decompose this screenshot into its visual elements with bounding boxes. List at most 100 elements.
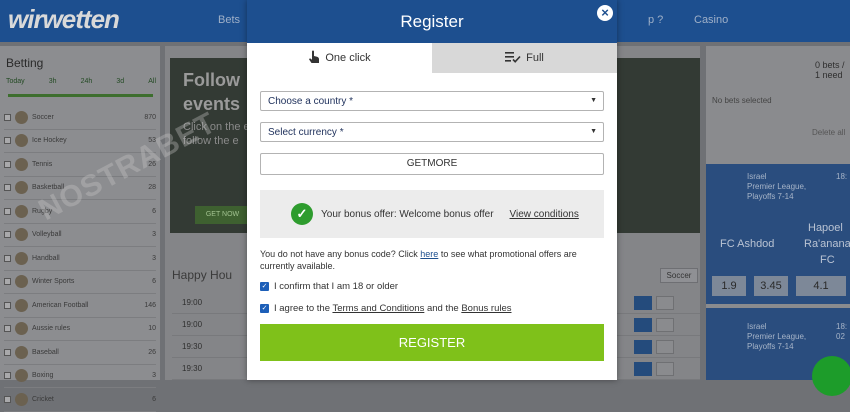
sidebar-sport-item[interactable]: Boxing 3	[4, 365, 156, 388]
sport-count: 6	[152, 207, 156, 215]
terms-text: and the	[426, 303, 459, 314]
terms-checkbox[interactable]: ✓	[260, 304, 269, 313]
sport-count: 3	[152, 372, 156, 380]
match-stage: Playoffs 7-14	[747, 342, 794, 351]
promo-code-input[interactable]: GETMORE	[260, 153, 604, 175]
sport-icon	[15, 110, 28, 124]
odds-tile[interactable]	[634, 317, 652, 332]
odds-button[interactable]: 1.9	[712, 276, 746, 296]
sport-checkbox[interactable]	[4, 301, 11, 309]
sport-count: 10	[148, 325, 156, 333]
match-time: 19:30	[182, 364, 203, 373]
sport-count: 146	[144, 301, 156, 309]
time-tab[interactable]: Today	[6, 78, 25, 85]
register-tabs: One click Full	[247, 43, 617, 73]
delete-all-link[interactable]: Delete all	[812, 128, 845, 137]
sport-name: Winter Sports	[32, 278, 75, 286]
close-icon[interactable]: ×	[597, 5, 613, 21]
soccer-filter-chip[interactable]: Soccer	[660, 268, 698, 283]
odds-tile[interactable]	[634, 361, 652, 376]
register-modal: Register × One click Full Choose a count…	[247, 0, 617, 380]
sport-icon	[15, 369, 28, 383]
sidebar-sport-item[interactable]: Handball 3	[4, 247, 156, 271]
sport-checkbox[interactable]	[4, 137, 11, 145]
sport-icon	[15, 392, 28, 406]
sidebar-sport-item[interactable]: American Football 146	[4, 294, 156, 318]
banner-headline: Follow events	[183, 68, 240, 116]
sport-count: 26	[148, 348, 156, 356]
bonus-code-here-link[interactable]: here	[420, 249, 438, 259]
sport-checkbox[interactable]	[4, 113, 11, 121]
away-team-line: Ra'anana	[804, 238, 850, 250]
tab-full[interactable]: Full	[432, 43, 617, 73]
sport-checkbox[interactable]	[4, 184, 11, 192]
bonus-code-info: You do not have any bonus code? Click he…	[260, 248, 604, 272]
nav-casino[interactable]: Casino	[694, 14, 728, 26]
sport-count: 6	[152, 395, 156, 403]
sport-checkbox[interactable]	[4, 278, 11, 286]
tab-one-click[interactable]: One click	[247, 43, 432, 73]
happy-hour-title: Happy Hou	[172, 268, 233, 282]
sport-count: 3	[152, 231, 156, 239]
odds-button[interactable]: 3.45	[754, 276, 788, 296]
time-tab[interactable]: All	[148, 78, 156, 85]
home-team: FC Ashdod	[720, 238, 775, 250]
age-confirm-checkbox[interactable]: ✓	[260, 282, 269, 291]
sidebar-sport-item[interactable]: Cricket 6	[4, 388, 156, 412]
chevron-down-icon: ▼	[590, 97, 597, 104]
sport-name: American Football	[32, 301, 89, 309]
bonus-rules-link[interactable]: Bonus rules	[461, 303, 511, 314]
sport-count: 3	[152, 254, 156, 262]
sidebar-sport-item[interactable]: Winter Sports 6	[4, 271, 156, 294]
odds-tile[interactable]	[656, 361, 674, 376]
register-button[interactable]: REGISTER	[260, 324, 604, 361]
currency-select-value: Select currency *	[268, 126, 344, 138]
view-conditions-link[interactable]: View conditions	[510, 209, 579, 220]
time-tab[interactable]: 24h	[81, 78, 93, 85]
terms-and-conditions-link[interactable]: Terms and Conditions	[332, 303, 424, 314]
time-tab[interactable]: 3d	[116, 78, 124, 85]
sport-icon	[15, 157, 28, 171]
sport-checkbox[interactable]	[4, 254, 11, 262]
chat-icon[interactable]	[812, 356, 850, 396]
sport-checkbox[interactable]	[4, 395, 11, 403]
modal-title: Register	[247, 0, 617, 43]
country-select-value: Choose a country *	[268, 95, 354, 107]
sport-name: Aussie rules	[32, 325, 71, 333]
odds-tile[interactable]	[656, 317, 674, 332]
sport-name: Volleyball	[32, 231, 62, 239]
sport-checkbox[interactable]	[4, 325, 11, 333]
match-league: Premier League,	[747, 182, 807, 191]
currency-select[interactable]: Select currency * ▼	[260, 122, 604, 142]
sport-checkbox[interactable]	[4, 372, 11, 380]
sport-checkbox[interactable]	[4, 348, 11, 356]
time-tab[interactable]: 3h	[49, 78, 57, 85]
sport-checkbox[interactable]	[4, 207, 11, 215]
nav-help[interactable]: p ?	[648, 14, 663, 26]
sidebar-sport-item[interactable]: Soccer 870	[4, 106, 156, 130]
site-logo[interactable]: wirwetten	[8, 4, 120, 35]
odds-tile[interactable]	[634, 295, 652, 310]
age-confirm-checkbox-row[interactable]: ✓ I confirm that I am 18 or older	[260, 281, 398, 292]
country-select[interactable]: Choose a country * ▼	[260, 91, 604, 111]
betslip-count: 0 bets / 1 need	[815, 60, 845, 80]
terms-checkbox-row[interactable]: ✓ I agree to the Terms and Conditions an…	[260, 303, 512, 314]
sidebar-sport-item[interactable]: Baseball 26	[4, 341, 156, 365]
sport-checkbox[interactable]	[4, 231, 11, 239]
banner-button[interactable]: GET NOW	[195, 206, 250, 224]
sport-checkbox[interactable]	[4, 160, 11, 168]
odds-tile[interactable]	[656, 295, 674, 310]
odds-tile[interactable]	[634, 339, 652, 354]
time-slider[interactable]	[8, 94, 153, 97]
nav-bets[interactable]: Bets	[218, 14, 240, 26]
odds-button[interactable]: 4.1	[796, 276, 846, 296]
bonus-offer-box: ✓ Your bonus offer: Welcome bonus offer …	[260, 190, 604, 238]
away-team-line: Hapoel	[808, 222, 843, 234]
bonus-code-text: You do not have any bonus code? Click	[260, 249, 418, 259]
match-country: Israel	[747, 172, 767, 181]
sidebar-sport-item[interactable]: Aussie rules 10	[4, 318, 156, 341]
odds-tile[interactable]	[656, 339, 674, 354]
sport-icon	[15, 322, 28, 336]
sidebar-sport-item[interactable]: Volleyball 3	[4, 224, 156, 247]
sport-name: Baseball	[32, 348, 59, 356]
